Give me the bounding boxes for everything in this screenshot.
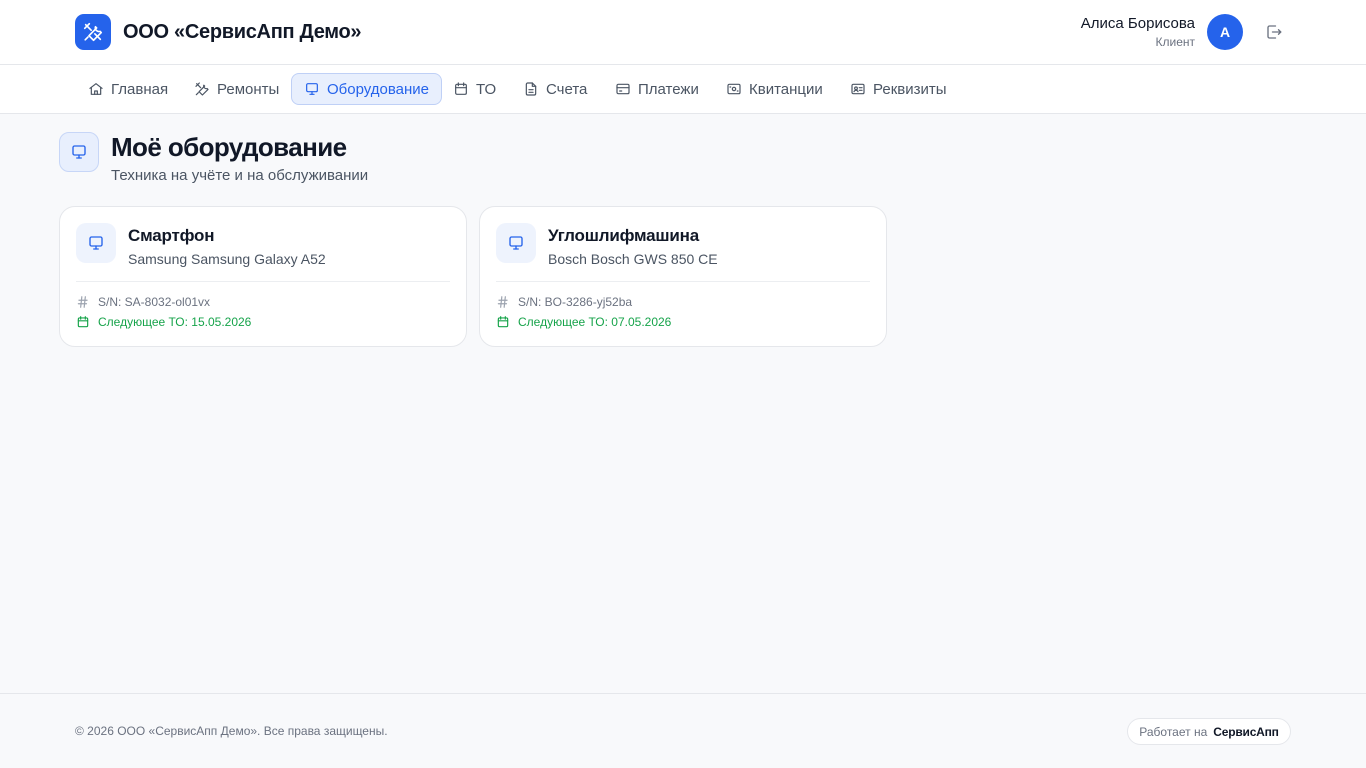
page-footer: © 2026 ООО «СервисАпп Демо». Все права з…	[0, 693, 1366, 768]
equipment-icon	[76, 223, 116, 263]
monitor-icon	[89, 236, 103, 250]
card-divider	[496, 281, 870, 282]
id-card-icon	[851, 83, 865, 95]
next-service-date: Следующее ТО: 07.05.2026	[518, 315, 672, 329]
top-header: ООО «СервисАпп Демо» Алиса Борисова Клие…	[0, 0, 1366, 65]
powered-by-brand: СервисАпп	[1213, 724, 1279, 739]
monitor-icon	[306, 83, 318, 95]
monitor-icon	[72, 145, 86, 159]
logout-button[interactable]	[1262, 20, 1286, 44]
page-subtitle: Техника на учёте и на обслуживании	[111, 167, 369, 184]
app-title[interactable]: ООО «СервисАпп Демо»	[123, 20, 362, 44]
equipment-model: Bosch Bosch GWS 850 CE	[548, 251, 718, 267]
logout-icon	[1267, 25, 1282, 39]
equipment-icon	[496, 223, 536, 263]
serial-number-row: S/N: BO-3286-yj52ba	[496, 294, 632, 310]
calendar-icon	[497, 316, 509, 328]
next-service-date: Следующее ТО: 15.05.2026	[98, 315, 252, 329]
equipment-title: Углошлифмашина	[548, 226, 699, 245]
equipment-card[interactable]: Углошлифмашина Bosch Bosch GWS 850 CE S/…	[479, 206, 887, 347]
tools-icon	[83, 22, 103, 42]
calendar-icon	[77, 316, 89, 328]
nav-item-home[interactable]: Главная	[76, 73, 180, 105]
page-title: Моё оборудование	[111, 132, 347, 162]
nav-item-maintenance[interactable]: ТО	[441, 73, 508, 105]
card-divider	[76, 281, 450, 282]
receipt-icon	[727, 83, 741, 95]
serial-number: S/N: SA-8032-ol01vx	[98, 295, 211, 309]
calendar-icon	[455, 82, 467, 95]
hash-icon	[497, 296, 508, 308]
nav-item-label: Квитанции	[749, 80, 823, 98]
avatar[interactable]: А	[1207, 14, 1243, 50]
nav-item-repairs[interactable]: Ремонты	[182, 73, 291, 105]
serial-number-row: S/N: SA-8032-ol01vx	[76, 294, 210, 310]
document-icon	[525, 82, 537, 96]
powered-by-badge[interactable]: Работает на СервисАпп	[1127, 718, 1291, 745]
nav-item-equipment[interactable]: Оборудование	[291, 73, 443, 105]
monitor-icon	[509, 236, 523, 250]
next-service-row: Следующее ТО: 07.05.2026	[496, 314, 671, 330]
next-service-row: Следующее ТО: 15.05.2026	[76, 314, 251, 330]
nav-item-label: Оборудование	[327, 80, 430, 98]
nav-item-label: Счета	[546, 80, 588, 98]
user-info: Алиса Борисова Клиент	[1081, 15, 1195, 50]
app-logo[interactable]	[75, 14, 111, 50]
copyright-text: © 2026 ООО «СервисАпп Демо». Все права з…	[75, 724, 388, 738]
nav-item-invoices[interactable]: Счета	[511, 73, 599, 105]
user-name: Алиса Борисова	[1080, 15, 1195, 32]
user-role: Клиент	[1155, 35, 1196, 49]
equipment-model: Samsung Samsung Galaxy A52	[128, 251, 326, 267]
nav-item-requisites[interactable]: Реквизиты	[838, 73, 959, 105]
hash-icon	[77, 296, 88, 308]
home-icon	[89, 83, 103, 95]
nav-item-label: Главная	[111, 80, 169, 98]
nav-item-label: Реквизиты	[873, 80, 947, 98]
nav-item-label: Платежи	[638, 80, 699, 98]
equipment-card[interactable]: Смартфон Samsung Samsung Galaxy A52 S/N:…	[59, 206, 467, 347]
nav-item-label: Ремонты	[217, 80, 280, 98]
equipment-title: Смартфон	[128, 226, 215, 245]
nav-item-label: ТО	[476, 80, 497, 98]
serial-number: S/N: BO-3286-yj52ba	[518, 295, 633, 309]
nav-item-payments[interactable]: Платежи	[603, 73, 711, 105]
nav-item-receipts[interactable]: Квитанции	[714, 73, 835, 105]
tools-icon	[195, 82, 209, 96]
page-icon	[59, 132, 99, 172]
powered-by-prefix: Работает на	[1139, 724, 1208, 739]
credit-card-icon	[616, 83, 630, 95]
main-nav: Главная Ремонты Оборудование ТО Счета Пл…	[0, 65, 1366, 114]
